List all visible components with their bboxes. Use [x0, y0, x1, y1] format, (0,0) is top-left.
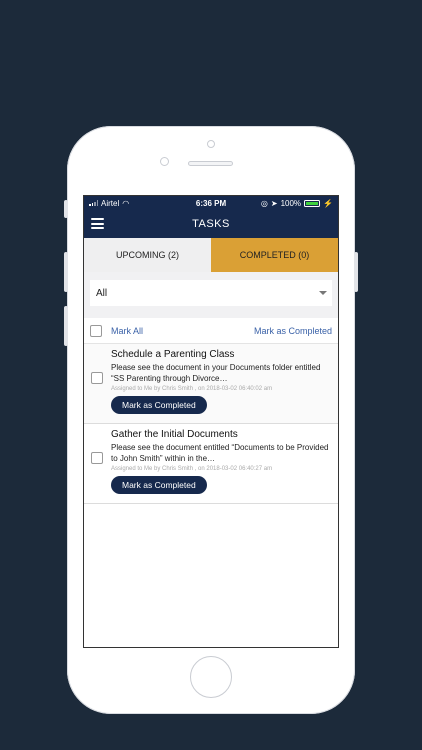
task-meta: Assigned to Me by Chris Smith , on 2018-…	[111, 386, 273, 392]
camera-icon	[207, 140, 215, 148]
task-tabs: UPCOMING (2) COMPLETED (0)	[84, 238, 338, 272]
task-item: Gather the Initial Documents Please see …	[84, 424, 338, 504]
task-description: Please see the document in your Document…	[111, 363, 321, 383]
filter-area: All	[84, 272, 338, 318]
app-screen: Airtel ◠ 6:36 PM ◎ ➤ 100% ⚡ TASKS UPCOMI…	[83, 195, 339, 648]
page-title: TASKS	[192, 218, 230, 230]
tab-completed[interactable]: COMPLETED (0)	[211, 238, 338, 272]
mark-as-completed-link[interactable]: Mark as Completed	[254, 326, 332, 336]
filter-select[interactable]: All	[90, 280, 332, 306]
sensor-icon	[160, 157, 169, 166]
status-time: 6:36 PM	[195, 198, 227, 208]
hamburger-menu-icon[interactable]	[91, 218, 104, 229]
mark-all-link[interactable]: Mark All	[111, 326, 143, 336]
nav-bar: TASKS	[84, 210, 338, 238]
task-title[interactable]: Gather the Initial Documents	[111, 428, 332, 441]
bulk-actions-row: Mark All Mark as Completed	[84, 318, 338, 344]
mark-as-completed-button[interactable]: Mark as Completed	[111, 396, 207, 414]
power-button	[354, 252, 358, 292]
filter-selected-value: All	[96, 287, 108, 299]
volume-down-button	[64, 306, 68, 346]
tab-upcoming[interactable]: UPCOMING (2)	[84, 238, 211, 272]
task-description: Please see the document entitled “Docume…	[111, 443, 329, 463]
mark-as-completed-button[interactable]: Mark as Completed	[111, 476, 207, 494]
volume-up-button	[64, 252, 68, 292]
phone-frame: Airtel ◠ 6:36 PM ◎ ➤ 100% ⚡ TASKS UPCOMI…	[64, 126, 358, 714]
task-item: Schedule a Parenting Class Please see th…	[84, 344, 338, 424]
home-button[interactable]	[190, 656, 232, 698]
earpiece	[188, 161, 233, 166]
mark-all-checkbox[interactable]	[90, 324, 102, 337]
task-meta: Assigned to Me by Chris Smith , on 2018-…	[111, 466, 273, 472]
battery-icon	[304, 199, 321, 207]
task-checkbox[interactable]	[91, 372, 103, 384]
chevron-down-icon	[319, 291, 327, 295]
task-title[interactable]: Schedule a Parenting Class	[111, 348, 332, 361]
status-bar: Airtel ◠ 6:36 PM ◎ ➤ 100% ⚡	[84, 196, 338, 210]
mute-switch	[64, 200, 68, 218]
task-checkbox[interactable]	[91, 452, 103, 464]
